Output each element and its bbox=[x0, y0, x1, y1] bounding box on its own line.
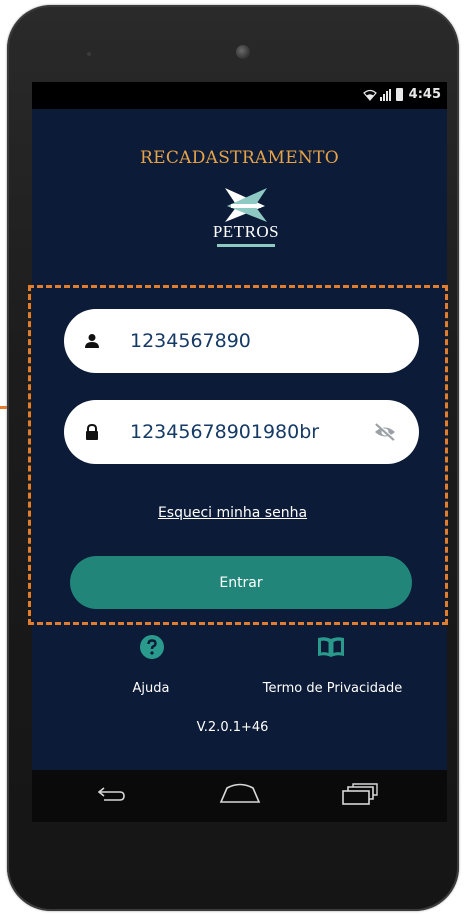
forgot-password-link[interactable]: Esqueci minha senha bbox=[0, 505, 465, 521]
password-input[interactable] bbox=[130, 416, 360, 448]
eye-off-icon[interactable] bbox=[373, 422, 397, 442]
page-title: RECADASTRAMENTO bbox=[140, 148, 339, 168]
back-icon[interactable] bbox=[96, 784, 126, 806]
home-icon[interactable] bbox=[218, 782, 262, 804]
user-input[interactable] bbox=[130, 325, 360, 357]
status-bar: 4:45 bbox=[32, 82, 447, 109]
recent-apps-icon[interactable] bbox=[340, 782, 380, 806]
status-icons: 4:45 bbox=[362, 87, 441, 102]
sensor-dot bbox=[87, 52, 91, 56]
wifi-icon bbox=[362, 89, 377, 101]
user-field[interactable] bbox=[64, 309, 419, 373]
status-time: 4:45 bbox=[408, 87, 441, 102]
logo-text: PETROS bbox=[212, 222, 280, 241]
signal-icon bbox=[379, 88, 391, 101]
password-field[interactable] bbox=[64, 400, 419, 464]
privacy-terms-label[interactable]: Termo de Privacidade bbox=[250, 681, 415, 696]
book-icon[interactable] bbox=[316, 636, 346, 658]
person-icon bbox=[85, 334, 99, 348]
logo-underline bbox=[217, 244, 275, 247]
front-camera bbox=[236, 45, 250, 59]
app-version: V.2.0.1+46 bbox=[196, 720, 269, 735]
petros-logo: PETROS bbox=[207, 184, 285, 254]
help-circle-icon[interactable] bbox=[139, 634, 165, 660]
help-label[interactable]: Ajuda bbox=[112, 681, 190, 696]
battery-icon bbox=[395, 88, 403, 101]
login-button[interactable]: Entrar bbox=[70, 556, 412, 609]
logo-mark-icon bbox=[225, 188, 267, 222]
lock-icon bbox=[86, 423, 98, 440]
